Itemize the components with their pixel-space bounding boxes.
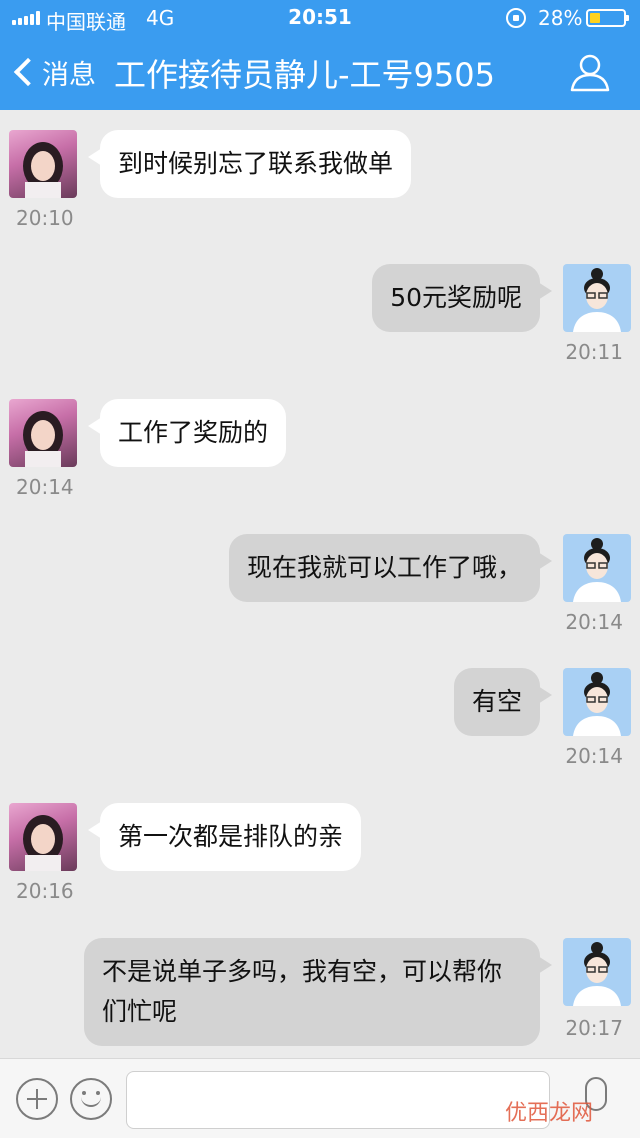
message-time: 20:14 <box>16 475 74 499</box>
contact-avatar[interactable] <box>9 399 77 467</box>
message-bubble[interactable]: 50元奖励呢 <box>372 264 552 332</box>
chat-title: 工作接待员静儿-工号9505 <box>114 56 495 94</box>
battery-percentage: 28% <box>538 6 583 30</box>
message-bubble[interactable]: 工作了奖励的 <box>87 399 287 467</box>
message-text: 第一次都是排队的亲 <box>118 822 344 851</box>
message-text: 工作了奖励的 <box>118 418 269 447</box>
message-input[interactable] <box>126 1071 550 1129</box>
message-bubble[interactable]: 第一次都是排队的亲 <box>87 803 362 871</box>
contact-avatar[interactable] <box>9 803 77 871</box>
user-avatar[interactable] <box>563 668 631 736</box>
chat-history[interactable]: 到时候别忘了联系我做单 20:10 50元奖励呢 20:11 工作了奖励的 20… <box>0 110 640 1058</box>
back-button[interactable]: 消息 <box>10 50 96 94</box>
plus-icon[interactable] <box>16 1078 58 1120</box>
message-time: 20:14 <box>565 744 623 768</box>
message-text: 到时候别忘了联系我做单 <box>118 149 394 178</box>
profile-icon[interactable] <box>568 50 612 94</box>
back-label: 消息 <box>42 59 96 91</box>
contact-avatar[interactable] <box>9 130 77 198</box>
top-bar: 中国联通 4G 20:51 28% 消息 工作接待员静儿-工号9505 <box>0 0 640 110</box>
navigation-bar: 消息 工作接待员静儿-工号9505 <box>0 36 640 110</box>
user-avatar[interactable] <box>563 938 631 1006</box>
message-text: 不是说单子多吗，我有空，可以帮你们忙呢 <box>102 957 503 1026</box>
battery-icon <box>586 9 629 27</box>
message-time: 20:11 <box>565 340 623 364</box>
message-time: 20:16 <box>16 879 74 903</box>
message-time: 20:10 <box>16 206 74 230</box>
orientation-lock-icon <box>506 8 526 28</box>
watermark-text: 优西龙网 <box>505 1101 594 1126</box>
message-bubble[interactable]: 现在我就可以工作了哦， <box>228 534 553 602</box>
user-avatar[interactable] <box>563 264 631 332</box>
message-bubble[interactable]: 不是说单子多吗，我有空，可以帮你们忙呢 <box>84 938 552 1046</box>
emoji-icon[interactable] <box>70 1078 112 1120</box>
back-chevron-icon <box>13 57 43 87</box>
message-time: 20:14 <box>565 610 623 634</box>
status-bar: 中国联通 4G 20:51 28% <box>0 0 640 36</box>
user-avatar[interactable] <box>563 534 631 602</box>
message-text: 有空 <box>471 687 522 716</box>
message-text: 50元奖励呢 <box>390 283 522 312</box>
message-text: 现在我就可以工作了哦， <box>246 553 522 582</box>
message-bubble[interactable]: 有空 <box>453 668 553 736</box>
message-time: 20:17 <box>565 1016 623 1040</box>
message-bubble[interactable]: 到时候别忘了联系我做单 <box>87 130 412 198</box>
input-bar: 优西龙网 <box>0 1058 640 1138</box>
